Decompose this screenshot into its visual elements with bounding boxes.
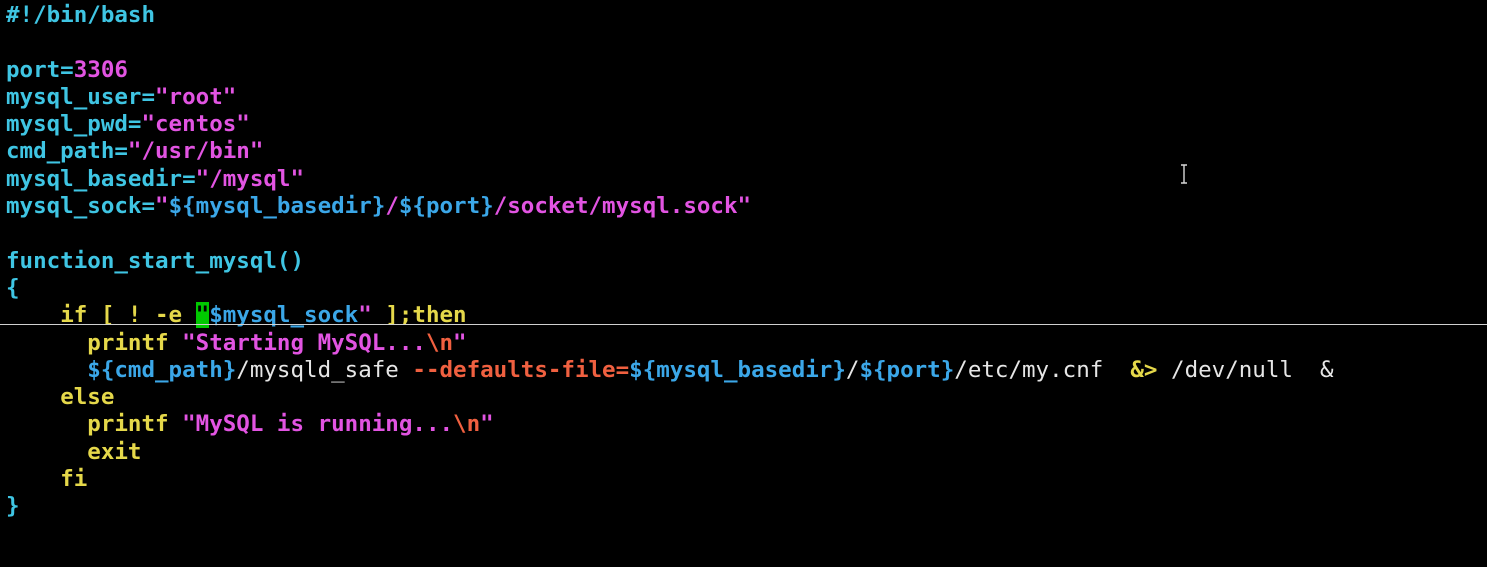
code-line[interactable] [6,220,1334,247]
code-editor[interactable]: #!/bin/bash port=3306 mysql_user="root" my… [6,2,1334,521]
code-token: " [480,411,494,438]
code-line[interactable]: ${cmd_path}/mysqld_safe --defaults-file=… [6,356,1334,384]
code-line[interactable]: mysql_basedir="/mysql" [6,166,1334,193]
code-token: ${port} [398,193,494,220]
code-token: else [60,384,115,411]
code-token: { [6,274,20,301]
code-token: port= [6,56,74,83]
terminal-window[interactable]: #!/bin/bash port=3306 mysql_user="root" my… [0,0,1487,567]
code-token: ${cmd_path} [87,356,237,383]
code-token: "/usr/bin" [127,138,264,165]
code-token: / [385,193,399,220]
code-token: " [155,193,169,220]
code-token: ${port} [859,356,955,383]
code-token: exit [87,438,142,465]
code-token: mysql_pwd= [6,111,142,138]
code-line[interactable]: if [ ! -e "$mysql_sock" ];then [6,302,1334,329]
code-token: #!/bin/bash [6,2,156,28]
code-token: "MySQL is running... [182,411,454,438]
code-token: "Starting MySQL... [182,329,426,356]
code-token: "centos" [141,111,250,138]
code-token: --defaults-file= [412,356,630,383]
code-token: mysql_basedir= [6,165,196,192]
code-token: ${mysql_basedir} [629,356,846,383]
code-token: mysql_user= [6,83,156,110]
code-token: 3306 [73,56,128,83]
code-line[interactable]: mysql_user="root" [6,84,1334,111]
code-token: " [453,329,467,356]
code-token: printf [87,329,183,356]
code-line[interactable]: printf "MySQL is running...\n" [6,411,1334,438]
code-token: /mysqld_safe [236,356,413,383]
code-token: mysql_sock= [6,193,156,220]
code-token: \n [425,329,454,356]
code-line[interactable]: cmd_path="/usr/bin" [6,138,1334,165]
code-line[interactable]: printf "Starting MySQL...\n" [6,330,1334,357]
code-token: fi [60,466,88,493]
code-token: function_start_mysql() [6,247,305,274]
code-line[interactable]: port=3306 [6,57,1334,84]
code-token: "/mysql" [195,165,305,192]
code-token: } [6,493,20,520]
code-token: /etc/my.cnf [954,356,1131,383]
code-token: "root" [155,83,237,110]
cursor-line-underline [0,324,1487,325]
code-token: printf [87,411,183,438]
text-cursor-icon [1181,164,1187,184]
code-line[interactable]: mysql_pwd="centos" [6,111,1334,138]
code-line[interactable]: } [6,493,1334,520]
code-line[interactable]: mysql_sock="${mysql_basedir}/${port}/soc… [6,193,1334,220]
code-line[interactable]: function_start_mysql() [6,248,1334,275]
code-token: /dev/null & [1157,356,1334,383]
code-token: cmd_path= [6,138,128,165]
code-token: \n [453,411,481,438]
code-line[interactable]: fi [6,466,1334,493]
code-line[interactable]: else [6,384,1334,411]
code-token: &> [1130,356,1158,383]
code-line[interactable]: #!/bin/bash [6,2,1334,29]
code-line[interactable]: exit [6,439,1334,466]
code-token: / [845,356,860,383]
code-line[interactable] [6,29,1334,56]
code-token: ${mysql_basedir} [168,193,386,220]
code-line[interactable]: { [6,275,1334,302]
code-token: /socket/mysql.sock" [493,193,752,220]
